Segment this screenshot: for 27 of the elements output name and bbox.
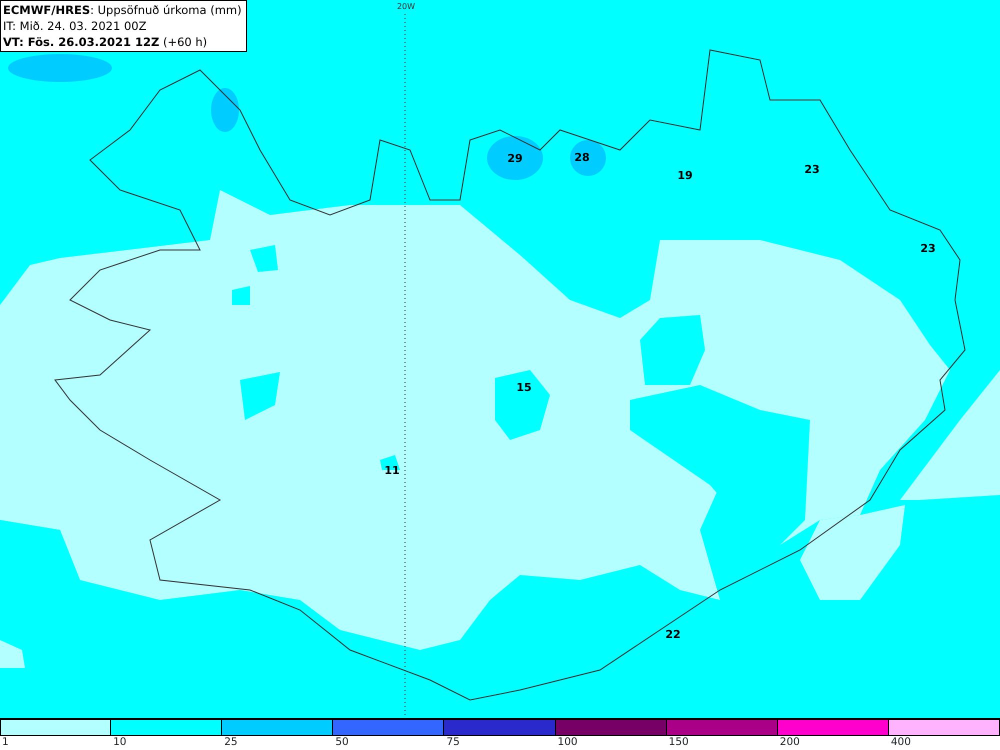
precipitation-area xyxy=(211,88,239,132)
precipitation-area xyxy=(495,370,550,440)
precipitation-value: 29 xyxy=(507,152,523,165)
precipitation-area xyxy=(232,286,250,305)
legend-tick-label: 100 xyxy=(556,736,578,749)
legend-tick-label: 50 xyxy=(334,736,349,749)
map-title: ECMWF/HRES: Uppsöfnuð úrkoma (mm) xyxy=(3,2,242,18)
precipitation-value: 23 xyxy=(804,163,820,176)
precipitation-area xyxy=(250,245,278,272)
legend-tick-label: 25 xyxy=(223,736,238,749)
precipitation-value: 15 xyxy=(516,381,532,394)
legend-tick-label: 200 xyxy=(778,736,800,749)
precipitation-area xyxy=(487,136,543,180)
precipitation-value: 19 xyxy=(677,169,693,182)
precipitation-value: 28 xyxy=(574,151,590,164)
valid-time: VT: Fös. 26.03.2021 12Z (+60 h) xyxy=(3,34,208,50)
issue-time: IT: Mið. 24. 03. 2021 00Z xyxy=(3,18,148,34)
legend-tick-label: 10 xyxy=(112,736,126,749)
legend-tick-label: 1 xyxy=(1,736,9,749)
precipitation-value: 22 xyxy=(665,628,681,641)
legend-tick-label: 400 xyxy=(890,736,911,749)
precipitation-value: 23 xyxy=(920,242,936,255)
precipitation-area xyxy=(570,140,606,176)
meridian-label: 20W xyxy=(396,2,416,11)
precipitation-area xyxy=(240,372,280,420)
legend-tick-label: 150 xyxy=(668,736,689,749)
legend-tick-label: 75 xyxy=(445,736,460,749)
